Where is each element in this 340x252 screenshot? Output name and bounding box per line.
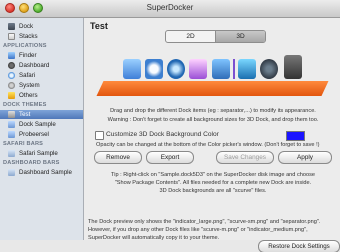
timemachine-dock-icon xyxy=(260,59,278,79)
dock-preview[interactable] xyxy=(96,43,329,104)
customize-background-checkbox[interactable] xyxy=(95,131,104,140)
dashboard-dock-icon xyxy=(145,59,163,79)
instruction-line-2: Warning : Don't forget to create all bac… xyxy=(107,117,319,123)
sidebar-item-others[interactable]: Others xyxy=(0,91,83,100)
theme-icon xyxy=(8,121,15,128)
dock-separator xyxy=(233,59,235,79)
section-safari-bars: SAFARI BARS xyxy=(3,141,44,147)
sidebar-item-finder[interactable]: Finder xyxy=(0,51,83,60)
dock-icon xyxy=(8,23,15,30)
sidebar-item-probeersel[interactable]: Probeersel xyxy=(0,130,83,139)
theme-icon xyxy=(8,111,15,118)
downloads-dock-icon xyxy=(238,59,256,79)
tip-line-1: Tip : Right-click on "Sample.dock5D3" on… xyxy=(111,172,315,178)
finder-dock-icon xyxy=(123,59,141,79)
section-dock-themes: DOCK THEMES xyxy=(3,102,47,108)
system-icon xyxy=(8,82,15,89)
page-title: Test xyxy=(90,21,108,31)
others-icon xyxy=(8,92,15,99)
app-window: SuperDocker Dock Stacks APPLICATIONS Fin… xyxy=(0,0,340,252)
view-toggle: 2D 3D xyxy=(165,30,266,43)
dashboard-bar-icon xyxy=(8,169,15,176)
toggle-3d[interactable]: 3D xyxy=(216,31,265,42)
app-dock-icon xyxy=(212,59,230,79)
window-title: SuperDocker xyxy=(146,3,194,12)
apply-button[interactable]: Apply xyxy=(278,151,332,164)
instruction-line-1: Drag and drop the different Dock items (… xyxy=(110,108,316,114)
toggle-2d[interactable]: 2D xyxy=(166,31,216,42)
customize-background-label: Customize 3D Dock Background Color xyxy=(106,131,219,138)
section-applications: APPLICATIONS xyxy=(3,43,47,49)
footer-line-2: However, if you drop any other Dock file… xyxy=(88,227,308,233)
sidebar-item-dock[interactable]: Dock xyxy=(0,22,83,31)
section-dashboard-bars: DASHBOARD BARS xyxy=(3,160,60,166)
sidebar-item-safari-sample[interactable]: Safari Sample xyxy=(0,149,83,158)
sidebar-item-stacks[interactable]: Stacks xyxy=(0,32,83,41)
remove-button[interactable]: Remove xyxy=(94,151,142,164)
color-swatch[interactable] xyxy=(286,131,305,141)
itunes-dock-icon xyxy=(189,59,207,79)
footer-line-1: The Dock preview only shows the "indicat… xyxy=(88,219,321,225)
title-bar: SuperDocker xyxy=(0,0,340,18)
opacity-note: Opacity can be changed at the bottom of … xyxy=(96,142,320,148)
tip-line-3: 3D Dock backgrounds are all "scurve" fil… xyxy=(159,188,267,194)
export-button[interactable]: Export xyxy=(146,151,194,164)
dock-shelf xyxy=(96,81,329,96)
theme-icon xyxy=(8,131,15,138)
sidebar-item-system[interactable]: System xyxy=(0,81,83,90)
save-changes-button[interactable]: Save Changes xyxy=(216,151,274,164)
safari-icon xyxy=(8,72,15,79)
sidebar-item-dashboard[interactable]: Dashboard xyxy=(0,61,83,70)
stacks-icon xyxy=(8,33,15,40)
restore-dock-settings-button[interactable]: Restore Dock Settings xyxy=(258,240,340,252)
sidebar-item-test[interactable]: Test xyxy=(0,110,83,119)
sidebar-item-dashboard-sample[interactable]: Dashboard Sample xyxy=(0,168,83,177)
main-content: Test 2D 3D Drag and drop the different D… xyxy=(84,18,340,241)
safari-dock-icon xyxy=(167,59,185,79)
finder-icon xyxy=(8,52,15,59)
sidebar-item-dock-sample[interactable]: Dock Sample xyxy=(0,120,83,129)
sidebar: Dock Stacks APPLICATIONS Finder Dashboar… xyxy=(0,18,84,240)
safari-bar-icon xyxy=(8,150,15,157)
dashboard-icon xyxy=(8,62,15,69)
sidebar-item-safari[interactable]: Safari xyxy=(0,71,83,80)
tip-line-2: "Show Package Contents". All files neede… xyxy=(114,180,312,186)
trash-icon xyxy=(284,55,302,79)
